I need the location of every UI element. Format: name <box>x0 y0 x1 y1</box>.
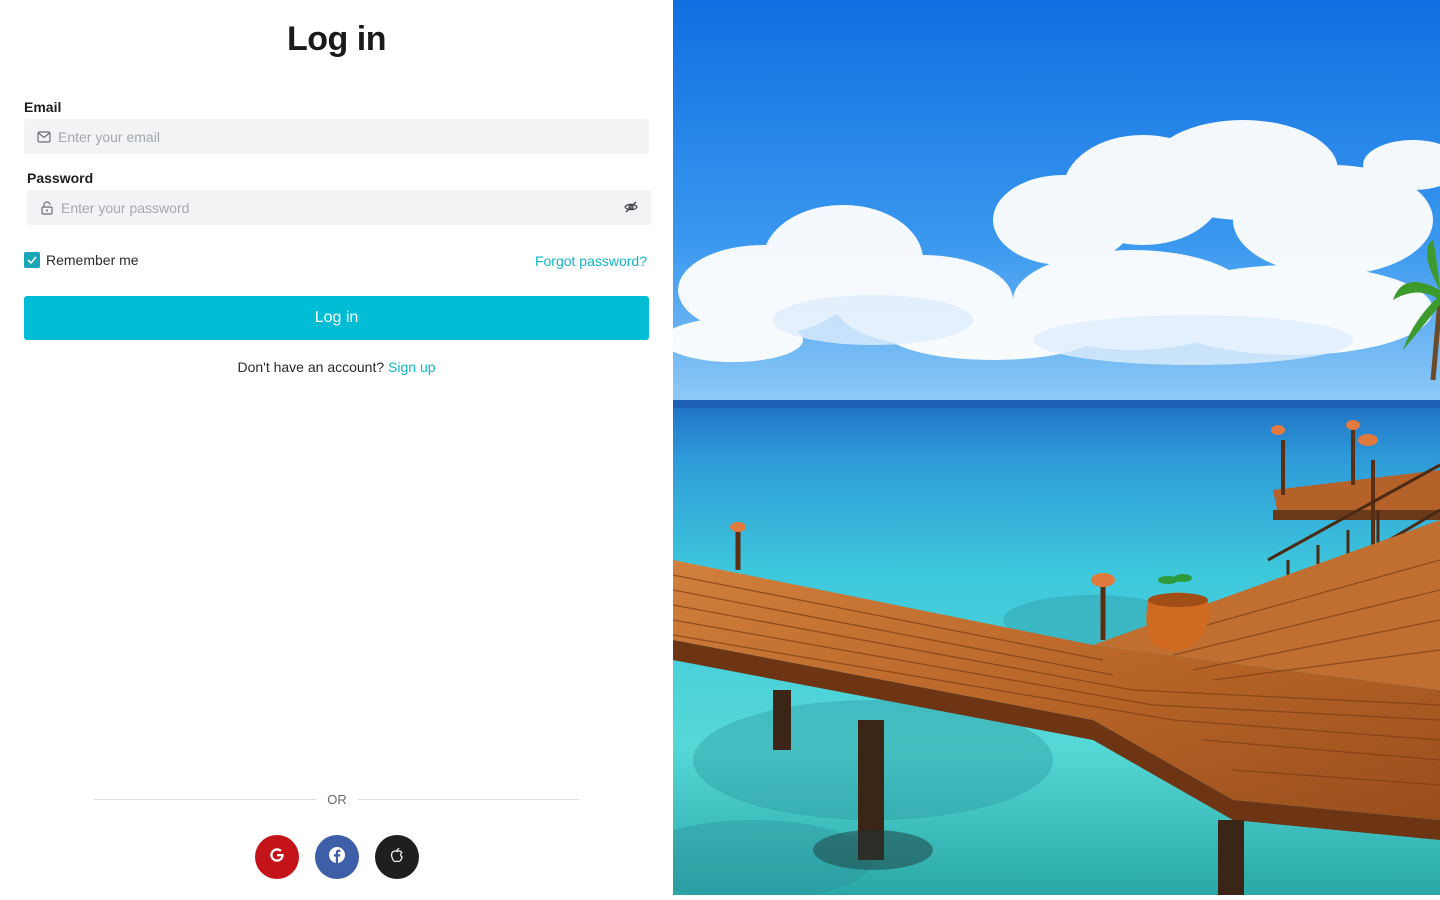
page-title: Log in <box>287 20 386 58</box>
forgot-password-link[interactable]: Forgot password? <box>535 253 647 269</box>
eye-off-icon[interactable] <box>623 199 639 215</box>
signup-link[interactable]: Sign up <box>388 359 435 375</box>
email-placeholder: Enter your email <box>58 128 160 145</box>
remember-me[interactable]: Remember me <box>24 252 139 268</box>
tropical-beach-pier-image <box>673 0 1440 895</box>
remember-checkbox[interactable] <box>24 252 40 268</box>
password-field[interactable]: Enter your password <box>27 190 651 225</box>
email-label: Email <box>24 99 62 115</box>
divider-or: OR <box>327 792 347 807</box>
signup-text: Don't have an account? <box>237 359 385 375</box>
apple-login-button[interactable] <box>375 835 419 879</box>
apple-icon <box>389 846 405 869</box>
google-login-button[interactable] <box>255 835 299 879</box>
divider-line-right <box>358 799 579 800</box>
divider-line-left <box>94 799 316 800</box>
mail-icon <box>36 129 52 145</box>
remember-label: Remember me <box>46 252 139 268</box>
facebook-icon <box>328 846 346 869</box>
lock-icon <box>39 200 55 216</box>
login-panel: Log in Email Enter your email Password E… <box>0 0 673 900</box>
email-field[interactable]: Enter your email <box>24 119 649 154</box>
login-button[interactable]: Log in <box>24 296 649 340</box>
facebook-login-button[interactable] <box>315 835 359 879</box>
password-placeholder: Enter your password <box>61 199 190 216</box>
password-label: Password <box>27 170 94 186</box>
signup-prompt: Don't have an account? Sign up <box>0 359 673 375</box>
google-icon <box>268 846 286 869</box>
